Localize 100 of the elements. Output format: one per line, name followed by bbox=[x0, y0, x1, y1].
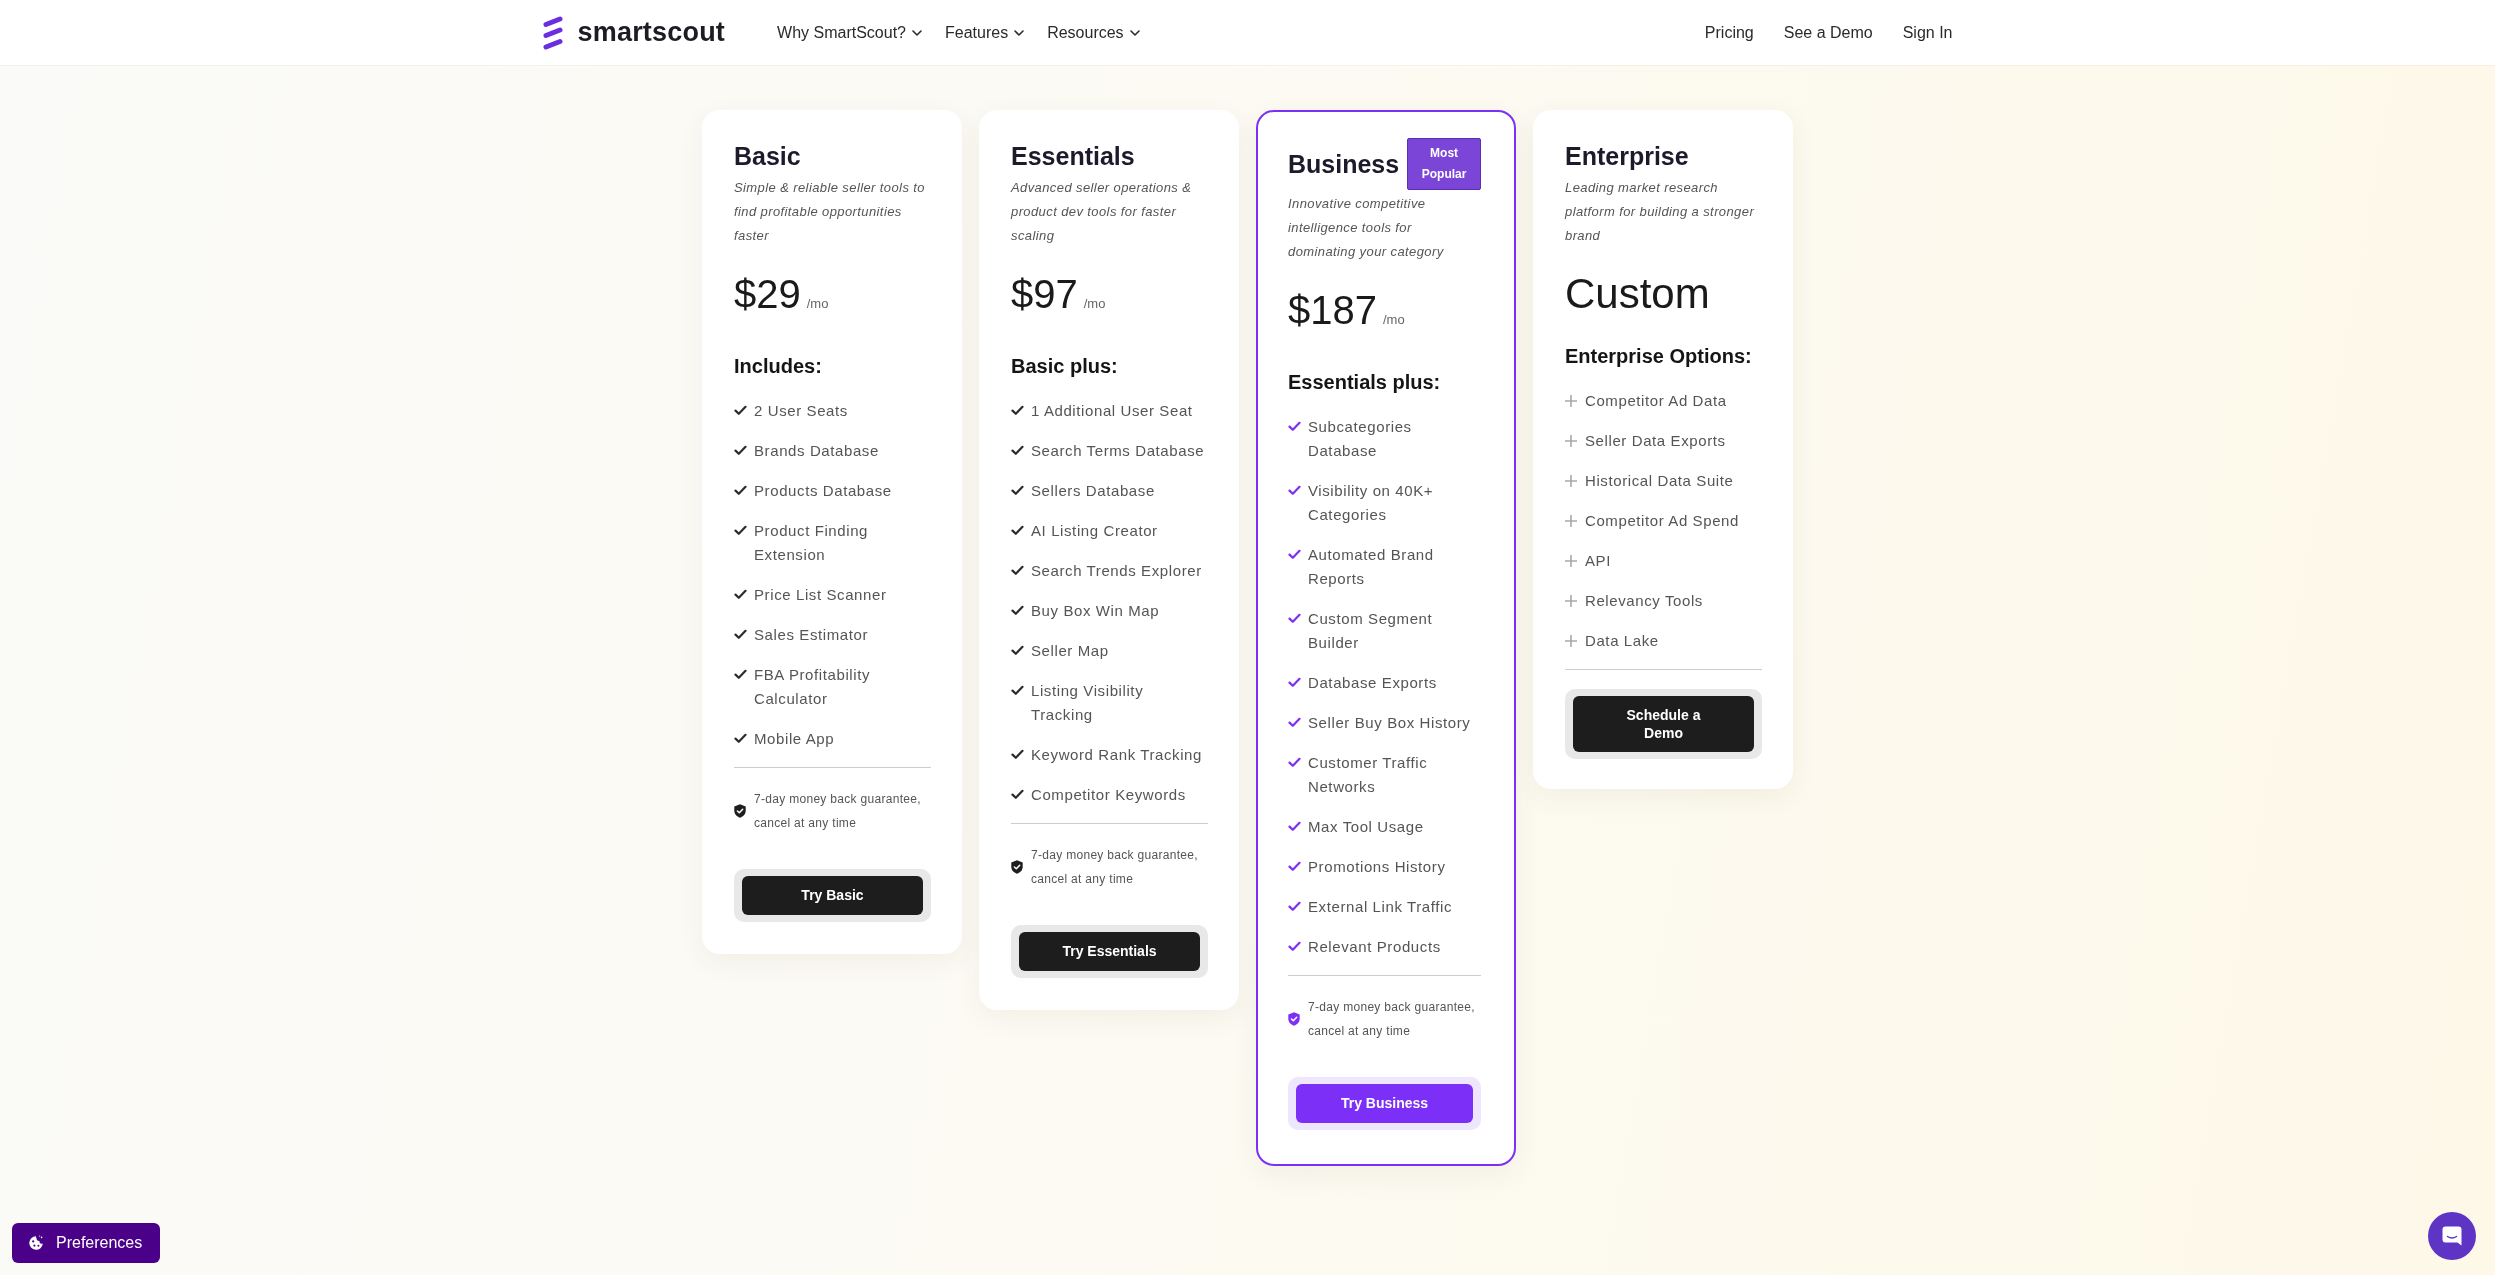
check-icon bbox=[734, 525, 747, 536]
feature-text: Mobile App bbox=[754, 729, 835, 749]
guarantee-text: 7-day money back guarantee, cancel at any time bbox=[1308, 999, 1476, 1040]
logo-wordmark[interactable]: smartscout bbox=[577, 17, 726, 48]
feature-text: Historical Data Suite bbox=[1585, 471, 1734, 491]
check-icon bbox=[1288, 717, 1301, 728]
check-icon bbox=[1011, 645, 1024, 656]
plan-description: Simple & reliable seller tools to find profitable opportunities faster bbox=[734, 179, 926, 245]
feature-text: Search Trends Explorer bbox=[1031, 561, 1202, 581]
feature-text: Custom Segment Builder bbox=[1308, 609, 1434, 653]
check-icon bbox=[734, 445, 747, 456]
feature-text: Seller Buy Box History bbox=[1308, 713, 1471, 733]
check-icon bbox=[1288, 677, 1301, 688]
plan-name: Business bbox=[1288, 149, 1400, 180]
check-icon bbox=[1011, 405, 1024, 416]
feature-text: Promotions History bbox=[1308, 857, 1446, 877]
preferences-button[interactable]: Preferences bbox=[12, 1223, 160, 1263]
guarantee-text: 7-day money back guarantee, cancel at any time bbox=[754, 791, 922, 832]
plus-icon bbox=[1565, 595, 1577, 607]
check-icon bbox=[734, 629, 747, 640]
feature-text: FBA Profitability Calculator bbox=[754, 665, 872, 709]
check-icon bbox=[1288, 549, 1301, 560]
plan-description: Advanced seller operations & product dev tools for faster scaling bbox=[1011, 179, 1193, 245]
plus-icon bbox=[1565, 515, 1577, 527]
feature-text: Customer Traffic Networks bbox=[1308, 753, 1429, 797]
check-icon bbox=[1011, 605, 1024, 616]
features-heading: Includes: bbox=[734, 354, 823, 379]
check-icon bbox=[734, 405, 747, 416]
feature-text: Automated Brand Reports bbox=[1308, 545, 1435, 589]
check-icon bbox=[734, 485, 747, 496]
feature-text: Visibility on 40K+ Categories bbox=[1308, 481, 1435, 525]
plus-icon bbox=[1565, 635, 1577, 647]
features-heading: Basic plus: bbox=[1011, 354, 1119, 379]
nav-link[interactable]: Pricing bbox=[1704, 23, 1754, 42]
plan-button[interactable]: Try Essentials bbox=[1019, 932, 1200, 971]
plan-name: Basic bbox=[734, 141, 801, 172]
plan-button[interactable]: Try Basic bbox=[742, 876, 923, 915]
feature-text: Competitor Ad Data bbox=[1585, 391, 1727, 411]
check-icon bbox=[1288, 485, 1301, 496]
cookie-icon bbox=[28, 1235, 44, 1251]
nav-link[interactable]: Features bbox=[945, 23, 1025, 42]
feature-text: API bbox=[1585, 551, 1611, 571]
chat-bubble-icon bbox=[2442, 1226, 2462, 1246]
feature-text: Seller Data Exports bbox=[1585, 431, 1726, 451]
feature-text: Sellers Database bbox=[1031, 481, 1155, 501]
feature-text: Search Terms Database bbox=[1031, 441, 1205, 461]
plus-icon bbox=[1565, 475, 1577, 487]
feature-text: Product Finding Extension bbox=[754, 521, 870, 565]
nav-link[interactable]: Resources bbox=[1047, 23, 1140, 42]
feature-text: Listing Visibility Tracking bbox=[1031, 681, 1145, 725]
check-icon bbox=[734, 733, 747, 744]
shield-check-icon bbox=[734, 804, 746, 818]
feature-text: External Link Traffic bbox=[1308, 897, 1453, 917]
check-icon bbox=[734, 669, 747, 680]
feature-text: Competitor Keywords bbox=[1031, 785, 1186, 805]
check-icon bbox=[1011, 749, 1024, 760]
feature-text: Database Exports bbox=[1308, 673, 1437, 693]
guarantee-text: 7-day money back guarantee, cancel at any time bbox=[1031, 847, 1199, 888]
feature-text: Brands Database bbox=[754, 441, 879, 461]
feature-text: Competitor Ad Spend bbox=[1585, 511, 1739, 531]
feature-text: Price List Scanner bbox=[754, 585, 887, 605]
shield-check-icon bbox=[1288, 1012, 1300, 1026]
price-period: /mo bbox=[806, 295, 829, 313]
plan-price: $187 bbox=[1288, 287, 1377, 334]
logo-icon[interactable] bbox=[542, 15, 563, 50]
check-icon bbox=[1288, 613, 1301, 624]
price-period: /mo bbox=[1083, 295, 1106, 313]
feature-text: 1 Additional User Seat bbox=[1031, 401, 1193, 421]
nav-link[interactable]: See a Demo bbox=[1783, 23, 1873, 42]
check-icon bbox=[1011, 485, 1024, 496]
feature-text: Seller Map bbox=[1031, 641, 1109, 661]
feature-text: Products Database bbox=[754, 481, 892, 501]
check-icon bbox=[734, 589, 747, 600]
feature-text: 2 User Seats bbox=[754, 401, 848, 421]
check-icon bbox=[1011, 525, 1024, 536]
plan-name: Enterprise bbox=[1565, 141, 1689, 172]
shield-check-icon bbox=[1011, 860, 1023, 874]
feature-text: Keyword Rank Tracking bbox=[1031, 745, 1202, 765]
feature-text: Sales Estimator bbox=[754, 625, 869, 645]
features-heading: Enterprise Options: bbox=[1565, 344, 1753, 369]
plan-price: $29 bbox=[734, 271, 801, 318]
nav-link[interactable]: Sign In bbox=[1902, 23, 1953, 42]
plan-name: Essentials bbox=[1011, 141, 1135, 172]
nav-link[interactable]: Why SmartScout? bbox=[777, 23, 922, 42]
plan-button[interactable]: Try Business bbox=[1296, 1084, 1473, 1123]
check-icon bbox=[1011, 685, 1024, 696]
check-icon bbox=[1288, 941, 1301, 952]
feature-text: Max Tool Usage bbox=[1308, 817, 1424, 837]
plus-icon bbox=[1565, 555, 1577, 567]
check-icon bbox=[1288, 757, 1301, 768]
plan-button[interactable]: Schedule a Demo bbox=[1573, 696, 1754, 752]
check-icon bbox=[1011, 565, 1024, 576]
check-icon bbox=[1288, 901, 1301, 912]
plan-price: $97 bbox=[1011, 271, 1078, 318]
feature-text: Relevancy Tools bbox=[1585, 591, 1703, 611]
chat-button[interactable] bbox=[2428, 1212, 2476, 1260]
popular-badge: Most Popular bbox=[1407, 138, 1481, 190]
plan-description: Innovative competitive intelligence tools for dominating your category bbox=[1288, 195, 1445, 261]
plan-description: Leading market research platform for building a stronger brand bbox=[1565, 179, 1756, 245]
plus-icon bbox=[1565, 395, 1577, 407]
